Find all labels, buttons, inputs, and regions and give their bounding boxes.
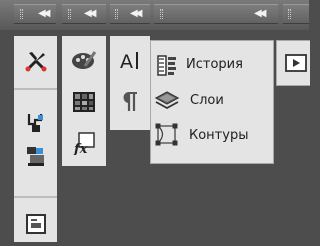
collapse-button[interactable]: ◀◀: [84, 5, 97, 23]
grip-handle[interactable]: [115, 9, 118, 19]
panel-row-paths[interactable]: Контуры: [151, 121, 273, 149]
dock-strip-4[interactable]: ◀◀: [154, 4, 278, 24]
dock-column-2: fx: [62, 36, 106, 166]
clone-source-icon[interactable]: [23, 109, 49, 135]
dock-strip-1[interactable]: ◀◀: [14, 4, 56, 24]
dock-title-bar: ◀◀ ◀◀ ◀◀ ◀◀: [0, 0, 309, 30]
grip-handle[interactable]: [68, 9, 71, 19]
brush-icon[interactable]: [71, 47, 97, 73]
dock-column-1: [14, 36, 57, 242]
actions-icon[interactable]: [283, 50, 309, 76]
grip-handle[interactable]: [288, 9, 291, 19]
tool-presets-icon[interactable]: [23, 143, 49, 169]
dock-column-5: [276, 40, 310, 86]
paragraph-icon[interactable]: [117, 89, 143, 115]
dock-strip-2[interactable]: ◀◀: [62, 4, 106, 24]
layers-icon[interactable]: [154, 88, 180, 114]
layers-label: Слои: [190, 93, 224, 108]
column-1-group-2: [14, 88, 57, 184]
history-icon[interactable]: [154, 52, 180, 78]
panel-row-layers[interactable]: Слои: [151, 87, 273, 115]
paths-icon[interactable]: [154, 122, 180, 148]
history-label: История: [186, 57, 243, 72]
dock-column-3: A: [110, 36, 150, 130]
dock-strip-5[interactable]: [283, 4, 309, 24]
collapse-button[interactable]: ◀◀: [254, 5, 267, 23]
collapse-button[interactable]: ◀◀: [130, 5, 143, 23]
panel-row-history[interactable]: История: [151, 51, 273, 79]
navigator-icon[interactable]: [23, 211, 49, 237]
grip-handle[interactable]: [160, 9, 163, 19]
svg-text:A: A: [120, 51, 133, 72]
swatches-icon[interactable]: [71, 89, 97, 115]
tools-icon[interactable]: [23, 48, 49, 74]
character-icon[interactable]: A: [117, 47, 143, 73]
dock-strip-3[interactable]: ◀◀: [110, 4, 150, 24]
expanded-panel-group: История Слои Контуры: [150, 40, 274, 164]
grip-handle[interactable]: [20, 9, 23, 19]
svg-text:fx: fx: [73, 142, 88, 155]
fx-icon[interactable]: fx: [71, 130, 97, 156]
collapse-button[interactable]: ◀◀: [38, 5, 51, 23]
paths-label: Контуры: [189, 128, 249, 143]
column-1-group-3: [14, 196, 57, 242]
